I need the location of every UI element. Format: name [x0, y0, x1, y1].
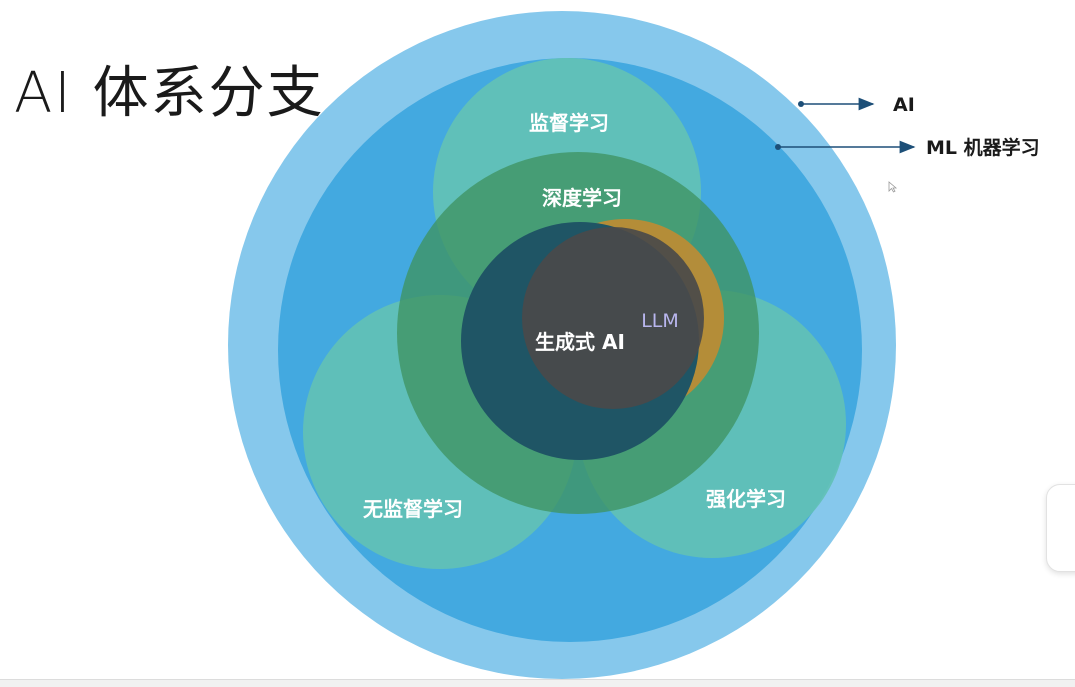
generative-ai-label: 生成式 AI	[535, 330, 625, 354]
unsupervised-learning-label: 无监督学习	[363, 497, 463, 521]
side-widget[interactable]	[1046, 484, 1075, 572]
page-title: AI 体系分支	[14, 61, 325, 126]
slide: 监督学习 深度学习 生成式 AI LLM 无监督学习 强化学习 AI ML 机器…	[0, 0, 1075, 687]
deep-learning-label: 深度学习	[542, 186, 622, 210]
mouse-cursor-icon	[888, 181, 898, 193]
supervised-learning-label: 监督学习	[529, 111, 609, 135]
ai-callout-label: AI	[893, 94, 915, 116]
ml-callout-label: ML 机器学习	[926, 136, 1040, 159]
reinforcement-learning-label: 强化学习	[706, 487, 786, 511]
bottom-bar	[0, 679, 1075, 687]
llm-label: LLM	[641, 310, 679, 332]
